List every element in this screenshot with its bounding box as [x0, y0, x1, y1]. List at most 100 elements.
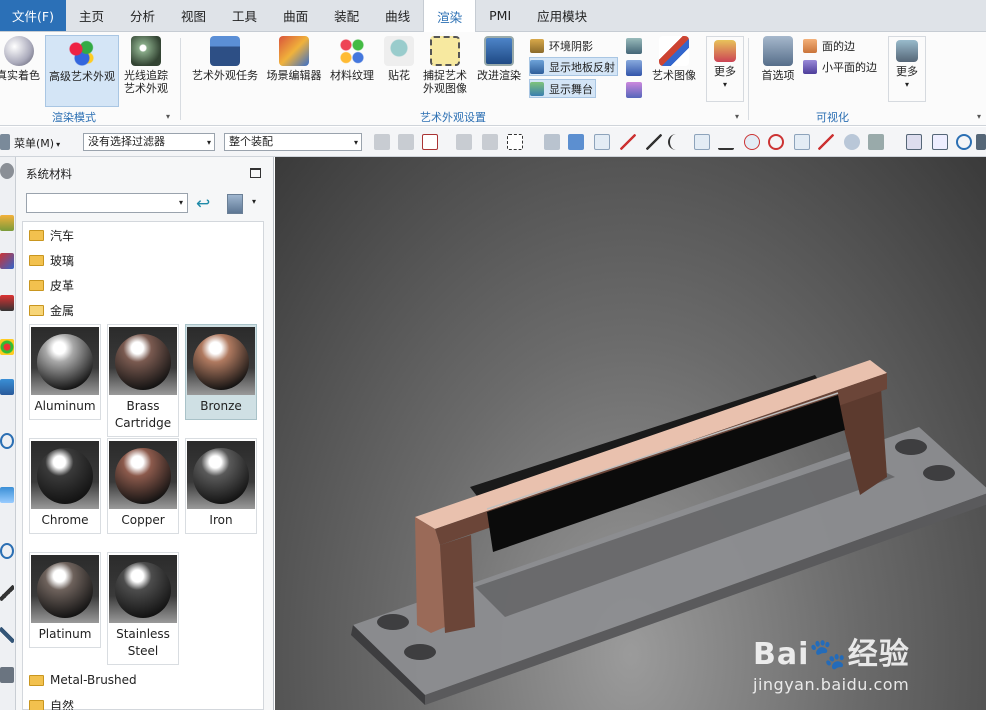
- scene-editor-button[interactable]: 场景编辑器: [263, 36, 325, 82]
- chevron-down-icon[interactable]: ▾: [252, 197, 256, 206]
- material-swatch[interactable]: Iron: [185, 438, 257, 534]
- preferences-label: 首选项: [761, 69, 795, 82]
- clock-icon[interactable]: [0, 543, 14, 559]
- material-library-icon[interactable]: [0, 339, 14, 355]
- tab-home[interactable]: 主页: [66, 0, 117, 31]
- zoom-fit-icon[interactable]: [906, 134, 922, 150]
- tab-curve[interactable]: 曲线: [372, 0, 423, 31]
- material-preview: [109, 441, 177, 509]
- folder-leather[interactable]: 皮革: [29, 276, 74, 294]
- material-swatch[interactable]: Brass Cartridge: [107, 324, 179, 437]
- face-edges-toggle[interactable]: 面的边: [803, 36, 855, 55]
- assembly-navigator-icon[interactable]: [0, 215, 14, 231]
- tab-assembly[interactable]: 装配: [321, 0, 372, 31]
- material-swatch[interactable]: Stainless Steel: [107, 552, 179, 665]
- box-icon[interactable]: [544, 134, 560, 150]
- studio-more-button[interactable]: 更多 ▾: [706, 36, 744, 102]
- small-face-edges-toggle[interactable]: 小平面的边: [803, 57, 877, 76]
- render-mode-expand-icon[interactable]: ▾: [166, 112, 170, 121]
- advanced-studio-button[interactable]: 高级艺术外观: [45, 35, 119, 107]
- selection-filter-dropdown[interactable]: 没有选择过滤器 ▾: [83, 133, 215, 151]
- raytrace-studio-label: 光线追踪 艺术外观: [124, 69, 168, 95]
- folder-metal-brushed[interactable]: Metal-Brushed: [29, 671, 137, 689]
- palette-small-icon[interactable]: [626, 82, 642, 98]
- ambient-shadow-toggle[interactable]: 环境阴影: [530, 36, 593, 55]
- grid-icon[interactable]: [868, 134, 884, 150]
- visualization-more-button[interactable]: 更多 ▾: [888, 36, 926, 102]
- menu-button[interactable]: 菜单(M) ▾: [14, 135, 60, 151]
- tangent-icon[interactable]: [718, 134, 734, 150]
- library-view-icon[interactable]: [227, 194, 243, 214]
- overflow-icon[interactable]: [976, 134, 986, 150]
- art-image-button[interactable]: 艺术图像: [648, 36, 700, 82]
- preferences-button[interactable]: 首选项: [757, 36, 799, 82]
- floor-reflection-toggle[interactable]: 显示地板反射: [529, 57, 618, 76]
- process-icon[interactable]: [0, 627, 14, 643]
- selection-scope-dropdown[interactable]: 整个装配 ▾: [224, 133, 362, 151]
- window-icon[interactable]: [932, 134, 948, 150]
- add-selection-icon[interactable]: [422, 134, 438, 150]
- file-menu-tab[interactable]: 文件(F): [0, 0, 66, 31]
- sphere-icon: [4, 36, 34, 66]
- light-small-icon[interactable]: [626, 60, 642, 76]
- diagonal-icon[interactable]: [818, 134, 834, 150]
- rotate-icon[interactable]: [956, 134, 972, 150]
- material-swatch[interactable]: Aluminum: [29, 324, 101, 420]
- gear-icon[interactable]: [0, 163, 14, 179]
- folder-metal[interactable]: 金属: [29, 301, 74, 319]
- slash-icon[interactable]: [646, 134, 662, 150]
- select-edge-icon[interactable]: [482, 134, 498, 150]
- part-navigator-icon[interactable]: [0, 295, 14, 311]
- wave-icon[interactable]: [694, 134, 710, 150]
- back-arrow-icon[interactable]: ↩: [196, 194, 210, 214]
- select-feature-icon[interactable]: [374, 134, 390, 150]
- tab-tools[interactable]: 工具: [219, 0, 270, 31]
- select-body-icon[interactable]: [398, 134, 414, 150]
- maximize-icon[interactable]: [250, 168, 261, 178]
- curve-icon[interactable]: [668, 134, 684, 150]
- camera-small-icon[interactable]: [626, 38, 642, 54]
- material-swatch[interactable]: Platinum: [29, 552, 101, 648]
- circle-icon[interactable]: [768, 134, 784, 150]
- plus-icon[interactable]: [794, 134, 810, 150]
- snap-points-icon[interactable]: [594, 134, 610, 150]
- capture-image-button[interactable]: 捕捉艺术 外观图像: [420, 36, 470, 95]
- select-face-icon[interactable]: [456, 134, 472, 150]
- raytrace-studio-button[interactable]: 光线追踪 艺术外观: [121, 36, 171, 95]
- true-shading-button[interactable]: 真实着色: [0, 36, 42, 82]
- tab-analysis[interactable]: 分析: [117, 0, 168, 31]
- material-swatch[interactable]: Copper: [107, 438, 179, 534]
- folder-natural[interactable]: 自然: [29, 696, 74, 710]
- rectangle-select-icon[interactable]: [507, 134, 523, 150]
- tab-surface[interactable]: 曲面: [270, 0, 321, 31]
- reuse-library-icon[interactable]: [0, 379, 14, 395]
- sphere-snap-icon[interactable]: [844, 134, 860, 150]
- chevron-down-icon: ▾: [206, 138, 211, 147]
- decal-button[interactable]: 贴花: [380, 36, 418, 82]
- visualization-expand-icon[interactable]: ▾: [977, 112, 981, 121]
- material-swatch[interactable]: Bronze: [185, 324, 257, 420]
- tab-view[interactable]: 视图: [168, 0, 219, 31]
- studio-settings-expand-icon[interactable]: ▾: [735, 112, 739, 121]
- material-texture-button[interactable]: 材料纹理: [328, 36, 376, 82]
- improve-render-button[interactable]: 改进渲染: [474, 36, 524, 82]
- material-swatch[interactable]: Chrome: [29, 438, 101, 534]
- tab-applications[interactable]: 应用模块: [524, 0, 600, 31]
- roles-icon[interactable]: [0, 667, 14, 683]
- folder-glass[interactable]: 玻璃: [29, 251, 74, 269]
- cube-icon[interactable]: [568, 134, 584, 150]
- tab-pmi[interactable]: PMI: [476, 0, 524, 31]
- handle-model[interactable]: [275, 157, 986, 710]
- line-icon[interactable]: [620, 134, 636, 150]
- studio-task-button[interactable]: 艺术外观任务: [190, 36, 260, 82]
- material-search-dropdown[interactable]: ▾: [26, 193, 188, 213]
- folder-automotive[interactable]: 汽车: [29, 226, 74, 244]
- history-icon[interactable]: [0, 487, 14, 503]
- web-browser-icon[interactable]: [0, 433, 14, 449]
- graphics-viewport[interactable]: Bai🐾经验 jingyan.baidu.com: [275, 157, 986, 710]
- tool-icon[interactable]: [0, 585, 14, 601]
- constraint-navigator-icon[interactable]: [0, 253, 14, 269]
- center-point-icon[interactable]: [744, 134, 760, 150]
- tab-render[interactable]: 渲染: [423, 0, 477, 32]
- show-stage-toggle[interactable]: 显示舞台: [529, 79, 596, 98]
